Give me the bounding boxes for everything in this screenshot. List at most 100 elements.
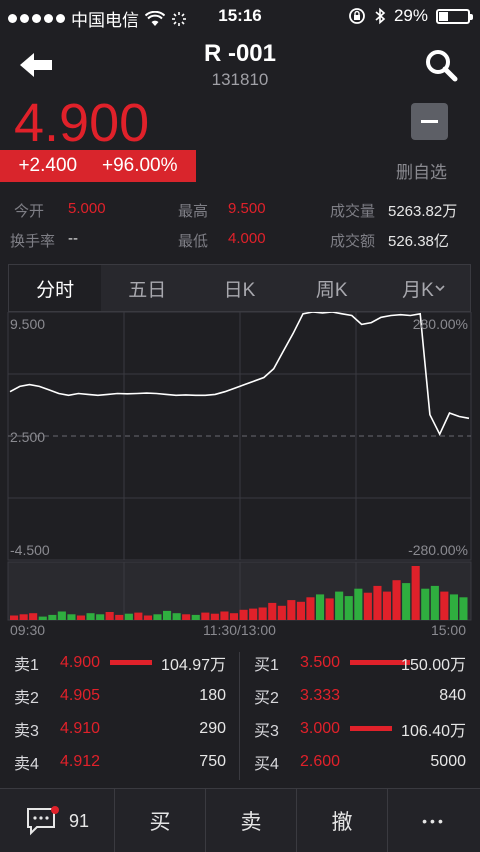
- order-book: 卖1 4.900 104.97万 卖2 4.905 180 卖3 4.910 290 卖4 4.91…: [0, 646, 480, 788]
- chart-canvas: [7, 312, 472, 621]
- low-value: 4.000: [228, 230, 266, 247]
- battery-icon: [436, 8, 473, 24]
- volume-bar: [440, 591, 449, 620]
- volume-bar: [105, 612, 114, 620]
- sell-volume: 750: [199, 752, 226, 770]
- buy-label: 买4: [254, 755, 279, 773]
- volume-bar: [96, 614, 105, 620]
- volume-bar: [201, 612, 210, 620]
- pct-axis-bottom: -280.00%: [408, 542, 468, 558]
- volume-bar: [67, 614, 76, 620]
- sell-row-3: 卖3 4.910 290: [0, 712, 240, 745]
- sell-button[interactable]: 卖: [206, 789, 297, 852]
- volume-bar: [210, 613, 219, 620]
- volume-bar: [86, 613, 95, 620]
- search-icon[interactable]: [424, 48, 458, 82]
- volume-label: 成交量: [330, 203, 376, 220]
- volume-bar: [287, 600, 296, 620]
- stock-name: R -001: [203, 40, 277, 67]
- nav-bar: R -001 131810: [0, 32, 480, 92]
- more-button[interactable]: •••: [388, 789, 480, 852]
- volume-bar: [57, 611, 66, 620]
- sell-price: 4.900: [60, 653, 101, 671]
- buy-price: 3.333: [300, 686, 341, 704]
- volume-bar: [239, 609, 248, 620]
- y-axis-top: 9.500: [10, 316, 46, 332]
- tab-monthly-k[interactable]: 月K: [378, 265, 470, 311]
- sell-label: 卖1: [14, 656, 39, 674]
- turnover-label: 换手率: [10, 233, 56, 250]
- volume-bar: [363, 592, 372, 620]
- comments-count: 91: [68, 810, 90, 831]
- y-axis-bottom: -4.500: [10, 542, 50, 558]
- sell-volume-bar: [110, 660, 152, 665]
- sell-label: 卖3: [14, 722, 39, 740]
- buy-volume: 840: [439, 686, 466, 704]
- volume-bar: [249, 608, 258, 620]
- tab-daily-k[interactable]: 日K: [193, 265, 285, 311]
- volume-bar: [191, 614, 200, 620]
- time-end: 15:00: [430, 622, 466, 638]
- volume-bar: [143, 615, 152, 620]
- tab-intraday[interactable]: 分时: [9, 265, 102, 311]
- price-change: +2.400: [18, 155, 78, 176]
- volume-bar: [258, 607, 267, 620]
- remove-watchlist-button[interactable]: [411, 103, 448, 140]
- buy-row-2: 买2 3.333 840: [240, 679, 480, 712]
- tab-monthly-k-label: 月K: [402, 279, 434, 301]
- sell-volume: 290: [199, 719, 226, 737]
- buy-volume: 106.40万: [401, 722, 466, 740]
- buy-row-1: 买1 3.500 150.00万: [240, 646, 480, 679]
- sell-price: 4.905: [60, 686, 101, 704]
- intraday-chart[interactable]: 9.500 280.00% 2.500 -4.500 -280.00% 09:3…: [0, 312, 480, 642]
- volume-bar: [449, 594, 458, 620]
- chat-bubble-icon: [26, 806, 59, 836]
- volume-bar: [459, 597, 468, 620]
- volume-bar: [19, 614, 28, 620]
- cancel-order-button[interactable]: 撤: [297, 789, 388, 852]
- bluetooth-icon: [375, 7, 386, 25]
- buy-label: 买2: [254, 689, 279, 707]
- sell-label: 卖4: [14, 755, 39, 773]
- volume-bar: [182, 614, 191, 620]
- high-label: 最高: [178, 203, 209, 220]
- rotation-lock-icon: [349, 8, 365, 24]
- volume-bar: [134, 612, 143, 620]
- buy-button[interactable]: 买: [115, 789, 206, 852]
- sell-label: 卖2: [14, 689, 39, 707]
- high-value: 9.500: [228, 200, 266, 217]
- change-badge: +2.400 +96.00%: [0, 150, 196, 182]
- sell-volume: 180: [199, 686, 226, 704]
- volume-bar: [354, 588, 363, 620]
- volume-bar: [115, 614, 124, 620]
- sell-price: 4.912: [60, 752, 101, 770]
- volume-bar: [344, 596, 353, 620]
- sell-row-4: 卖4 4.912 750: [0, 745, 240, 778]
- buy-volume-bar: [350, 726, 392, 731]
- volume-bar: [163, 610, 172, 620]
- comments-button[interactable]: 91: [0, 789, 115, 852]
- buy-label: 买1: [254, 656, 279, 674]
- volume-bar: [29, 613, 38, 620]
- volume-bar: [48, 614, 57, 620]
- buy-row-4: 买4 2.600 5000: [240, 745, 480, 778]
- buy-price: 2.600: [300, 752, 341, 770]
- buy-row-3: 买3 3.000 106.40万: [240, 712, 480, 745]
- tab-weekly-k[interactable]: 周K: [286, 265, 378, 311]
- volume-bar: [172, 613, 181, 620]
- volume-bar: [373, 585, 382, 620]
- remove-watchlist-label[interactable]: 删自选: [396, 158, 447, 183]
- current-price: 4.900: [14, 93, 150, 153]
- volume-bar: [325, 598, 334, 620]
- volume-bar: [421, 588, 430, 620]
- sell-price: 4.910: [60, 719, 101, 737]
- tab-five-day[interactable]: 五日: [101, 265, 193, 311]
- buy-volume: 5000: [430, 752, 466, 770]
- open-value: 5.000: [68, 200, 106, 217]
- status-bar: 中国电信 15:16 29%: [0, 0, 480, 32]
- volume-bar: [402, 583, 411, 620]
- volume-bar: [335, 591, 344, 620]
- bottom-toolbar: 91 买 卖 撤 •••: [0, 788, 480, 852]
- volume-bar: [296, 601, 305, 620]
- price-change-pct: +96.00%: [101, 155, 178, 176]
